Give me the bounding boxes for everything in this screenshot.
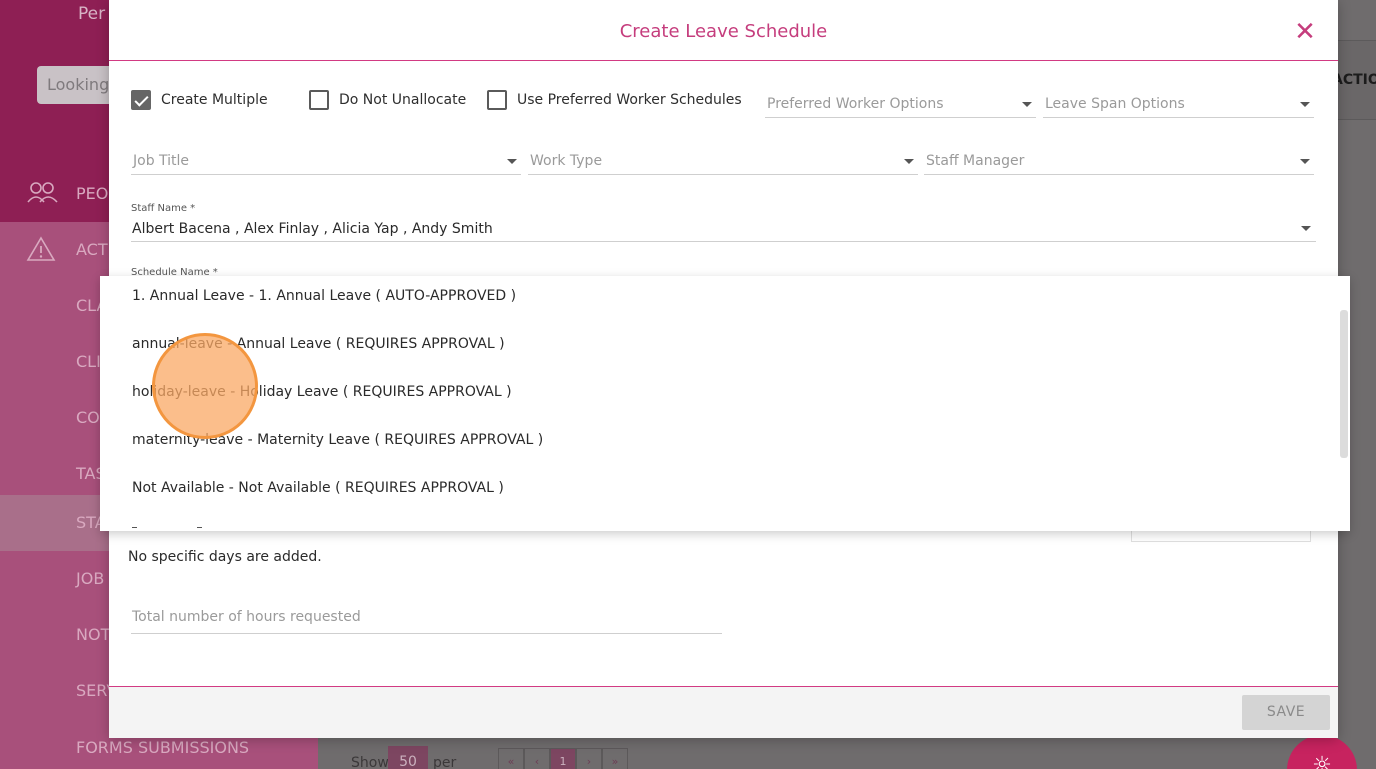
close-icon[interactable]: ✕ — [1293, 19, 1317, 45]
preferred-worker-options-select[interactable]: Preferred Worker Options — [765, 92, 1036, 118]
dropdown-option-annual-leave-auto[interactable]: 1. Annual Leave - 1. Annual Leave ( AUTO… — [100, 276, 1340, 324]
caret-down-icon — [1301, 226, 1311, 231]
total-hours-input[interactable]: Total number of hours requested — [131, 606, 722, 634]
option-label: annual-leave - Annual Leave ( REQUIRES A… — [132, 336, 505, 352]
sidebar-item-label: CLI — [76, 352, 101, 371]
sidebar-item-label: FORMS SUBMISSIONS — [76, 738, 250, 757]
checkbox-checked-icon — [131, 90, 151, 110]
pager-first-button[interactable]: « — [498, 748, 524, 769]
sidebar-item-label: NOT — [76, 625, 111, 644]
pager-next-button[interactable]: › — [576, 748, 602, 769]
pager-per-page-label: per page — [433, 755, 457, 769]
sidebar-item-label: CO — [76, 408, 100, 427]
schedule-name-dropdown: 1. Annual Leave - 1. Annual Leave ( AUTO… — [100, 276, 1350, 531]
dropdown-option-annual-leave[interactable]: annual-leave - Annual Leave ( REQUIRES A… — [100, 324, 1340, 372]
option-label: Not Available - Not Available ( REQUIRES… — [132, 480, 504, 496]
pager-last-button[interactable]: » — [602, 748, 628, 769]
option-label: holiday-leave - Holiday Leave ( REQUIRES… — [132, 384, 512, 400]
select-placeholder: Leave Span Options — [1045, 96, 1185, 112]
select-placeholder: Preferred Worker Options — [767, 96, 944, 112]
option-label: 1. Annual Leave - 1. Annual Leave ( AUTO… — [132, 288, 517, 304]
sidebar-item-label: ACTI — [76, 240, 113, 259]
job-title-select[interactable]: Job Title — [131, 149, 521, 175]
caret-down-icon — [904, 159, 914, 164]
save-button[interactable]: SAVE — [1242, 695, 1330, 730]
create-multiple-checkbox[interactable]: Create Multiple — [131, 89, 268, 111]
warning-icon — [26, 236, 60, 264]
caret-down-icon — [1022, 102, 1032, 107]
dropdown-option-holiday-leave[interactable]: holiday-leave - Holiday Leave ( REQUIRES… — [100, 372, 1340, 420]
staff-name-value: Albert Bacena , Alex Finlay , Alicia Yap… — [132, 221, 493, 237]
sidebar-item-label: PEO — [76, 184, 109, 203]
caret-down-icon — [1300, 102, 1310, 107]
use-preferred-worker-schedules-checkbox[interactable]: Use Preferred Worker Schedules — [487, 89, 742, 111]
per-page-select[interactable]: 50 — [388, 746, 428, 769]
option-label: maternity-leave - Maternity Leave ( REQU… — [132, 432, 544, 448]
checkbox-unchecked-icon — [487, 90, 507, 110]
checkbox-label: Do Not Unallocate — [339, 92, 467, 108]
sun-icon: ☼ — [1312, 753, 1332, 769]
pager-prev-button[interactable]: ‹ — [524, 748, 550, 769]
select-placeholder: Staff Manager — [926, 153, 1025, 169]
do-not-unallocate-checkbox[interactable]: Do Not Unallocate — [309, 89, 466, 111]
select-placeholder: Job Title — [133, 153, 190, 169]
background-actions-column-header: ACTIO — [1332, 72, 1376, 88]
work-type-select[interactable]: Work Type — [528, 149, 918, 175]
checkbox-label: Use Preferred Worker Schedules — [517, 92, 742, 108]
people-icon — [26, 180, 60, 208]
pager-show-label: Show — [351, 755, 389, 769]
checkbox-label: Create Multiple — [161, 92, 268, 108]
caret-down-icon — [507, 159, 517, 164]
staff-manager-select[interactable]: Staff Manager — [924, 149, 1314, 175]
select-placeholder: Work Type — [530, 153, 603, 169]
modal-title: Create Leave Schedule — [619, 21, 828, 42]
modal-header: Create Leave Schedule ✕ — [109, 0, 1338, 61]
dropdown-option-maternity-leave[interactable]: maternity-leave - Maternity Leave ( REQU… — [100, 420, 1340, 468]
checkbox-unchecked-icon — [309, 90, 329, 110]
dropdown-scrollbar[interactable] — [1340, 310, 1348, 458]
staff-name-select[interactable]: Albert Bacena , Alex Finlay , Alicia Yap… — [131, 220, 1316, 242]
dropdown-option-not-available[interactable]: Not Available - Not Available ( REQUIRES… — [100, 468, 1340, 516]
dropdown-next-option-peek — [132, 516, 302, 528]
sidebar-item-label: JOB — [76, 569, 105, 588]
sidebar-title: Per — [78, 4, 106, 24]
no-specific-days-text: No specific days are added. — [128, 549, 322, 565]
staff-name-label: Staff Name * — [131, 203, 196, 214]
pager-current-page[interactable]: 1 — [550, 748, 576, 769]
input-placeholder: Total number of hours requested — [132, 609, 361, 625]
caret-down-icon — [1300, 159, 1310, 164]
leave-span-options-select[interactable]: Leave Span Options — [1043, 92, 1314, 118]
modal-footer: SAVE — [109, 686, 1338, 738]
